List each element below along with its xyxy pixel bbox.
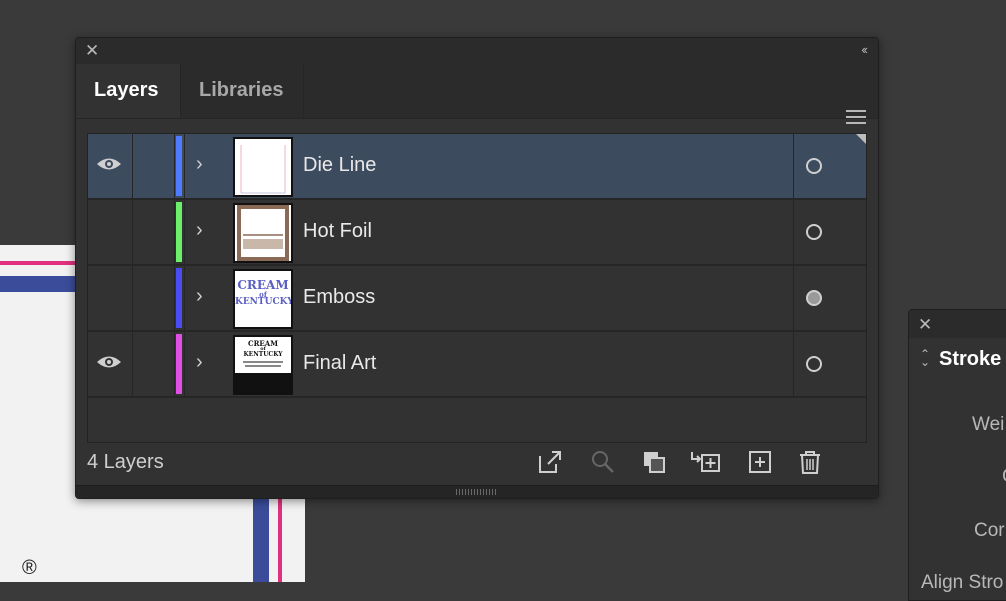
- target-circle-icon[interactable]: [806, 356, 822, 372]
- collapse-icon[interactable]: ‹‹: [861, 42, 868, 57]
- layer-row-final-art[interactable]: › CREAM of KENTUCKY Final Art: [88, 332, 866, 398]
- registered-mark: ®: [22, 557, 37, 579]
- pink-stripe: [0, 261, 75, 265]
- visibility-toggle[interactable]: [88, 134, 133, 198]
- layer-row-hot-foil[interactable]: › Hot Foil: [88, 200, 866, 266]
- lock-toggle[interactable]: [132, 134, 175, 198]
- visibility-toggle[interactable]: [88, 200, 133, 264]
- layer-name[interactable]: Die Line: [303, 154, 376, 177]
- corner-label: Cor: [974, 520, 1005, 541]
- blue-vertical-stripe: [253, 495, 269, 582]
- grip-lines: [456, 489, 496, 495]
- layer-row-emboss[interactable]: › CREAM of KENTUCKY Emboss: [88, 266, 866, 332]
- layer-name[interactable]: Hot Foil: [303, 220, 372, 243]
- expand-chevron-icon[interactable]: ›: [196, 351, 203, 374]
- lock-toggle[interactable]: [132, 200, 175, 264]
- layers-list: › Die Line › Hot Foil › CREAM of KENTUCK…: [87, 133, 867, 443]
- visibility-toggle[interactable]: [88, 266, 133, 330]
- target-circle-icon[interactable]: [806, 290, 822, 306]
- panel-tabbar: Layers Libraries: [76, 64, 878, 124]
- cap-label: C: [1002, 466, 1006, 488]
- tab-libraries[interactable]: Libraries: [180, 64, 304, 118]
- expand-chevron-icon[interactable]: ›: [196, 285, 203, 308]
- layer-thumbnail: CREAM of KENTUCKY: [233, 269, 293, 329]
- stroke-title[interactable]: Stroke: [939, 348, 1001, 371]
- layer-color-swatch: [176, 136, 182, 196]
- target-circle-icon[interactable]: [806, 224, 822, 240]
- expand-chevron-icon[interactable]: ›: [196, 153, 203, 176]
- close-icon[interactable]: ✕: [918, 315, 932, 335]
- thumb-logo-text: KENTUCKY: [235, 297, 293, 307]
- layer-thumbnail: [233, 137, 293, 197]
- export-icon[interactable]: [536, 448, 564, 476]
- target-circle-icon[interactable]: [806, 158, 822, 174]
- lock-toggle[interactable]: [132, 332, 175, 396]
- layer-color-swatch: [176, 268, 182, 328]
- expand-chevron-icon[interactable]: ›: [196, 219, 203, 242]
- new-layer-icon[interactable]: [746, 448, 774, 476]
- layer-color-swatch: [176, 202, 182, 262]
- trash-icon[interactable]: [796, 448, 824, 476]
- eye-icon: [97, 158, 121, 170]
- layer-color-swatch: [176, 334, 182, 394]
- layer-thumbnail: CREAM of KENTUCKY: [233, 335, 293, 395]
- thumb-logo-text: KENTUCKY: [243, 351, 283, 358]
- panel-menu-icon[interactable]: [846, 110, 866, 128]
- pink-vertical-stripe: [278, 495, 282, 582]
- eye-icon: [97, 356, 121, 368]
- stroke-panel: ✕ ⌃⌄ Stroke Wei C Cor Align Stro: [908, 309, 1006, 601]
- search-icon[interactable]: [589, 448, 617, 476]
- layer-count: 4 Layers: [87, 451, 164, 473]
- stroke-titlebar[interactable]: ✕: [909, 310, 1006, 338]
- updown-arrows-icon[interactable]: ⌃ ⌄: [920, 348, 930, 368]
- tab-layers[interactable]: Layers: [76, 64, 180, 118]
- selection-indicator: [856, 134, 866, 144]
- weight-label: Wei: [972, 414, 1005, 435]
- layer-name[interactable]: Emboss: [303, 286, 375, 309]
- panel-resize-grip[interactable]: [76, 485, 878, 498]
- layer-row-die-line[interactable]: › Die Line: [88, 134, 866, 200]
- blue-stripe: [0, 276, 75, 292]
- new-sublayer-icon[interactable]: [689, 448, 723, 476]
- lock-toggle[interactable]: [132, 266, 175, 330]
- panel-titlebar[interactable]: ✕ ‹‹: [76, 38, 878, 64]
- align-stroke-label: Align Stro: [921, 572, 1004, 593]
- layer-thumbnail: [233, 203, 293, 263]
- layer-name[interactable]: Final Art: [303, 352, 376, 375]
- layers-panel: ✕ ‹‹ Layers Libraries › Die Line › Hot F…: [75, 37, 879, 499]
- close-icon[interactable]: ✕: [85, 42, 99, 60]
- visibility-toggle[interactable]: [88, 332, 133, 396]
- clipping-mask-icon[interactable]: [640, 448, 668, 476]
